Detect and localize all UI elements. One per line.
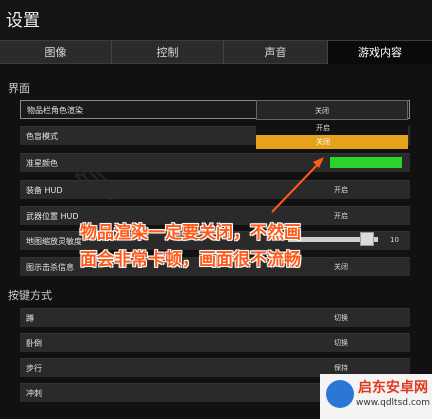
watermark-name: 启东安卓网 bbox=[358, 380, 428, 396]
watermark-url: www.qdltsd.com bbox=[356, 398, 431, 408]
site-watermark: 启东安卓网 www.qdltsd.com bbox=[320, 374, 432, 419]
annotation-line-1: 物品渲染一定要关闭，不然画 bbox=[80, 223, 301, 243]
annotation-arrow bbox=[271, 157, 324, 213]
annotation-line-2: 面会非常卡顿，画面很不流畅 bbox=[80, 250, 301, 270]
site-logo-icon bbox=[326, 380, 354, 408]
annotation-arrow-line bbox=[271, 159, 323, 213]
